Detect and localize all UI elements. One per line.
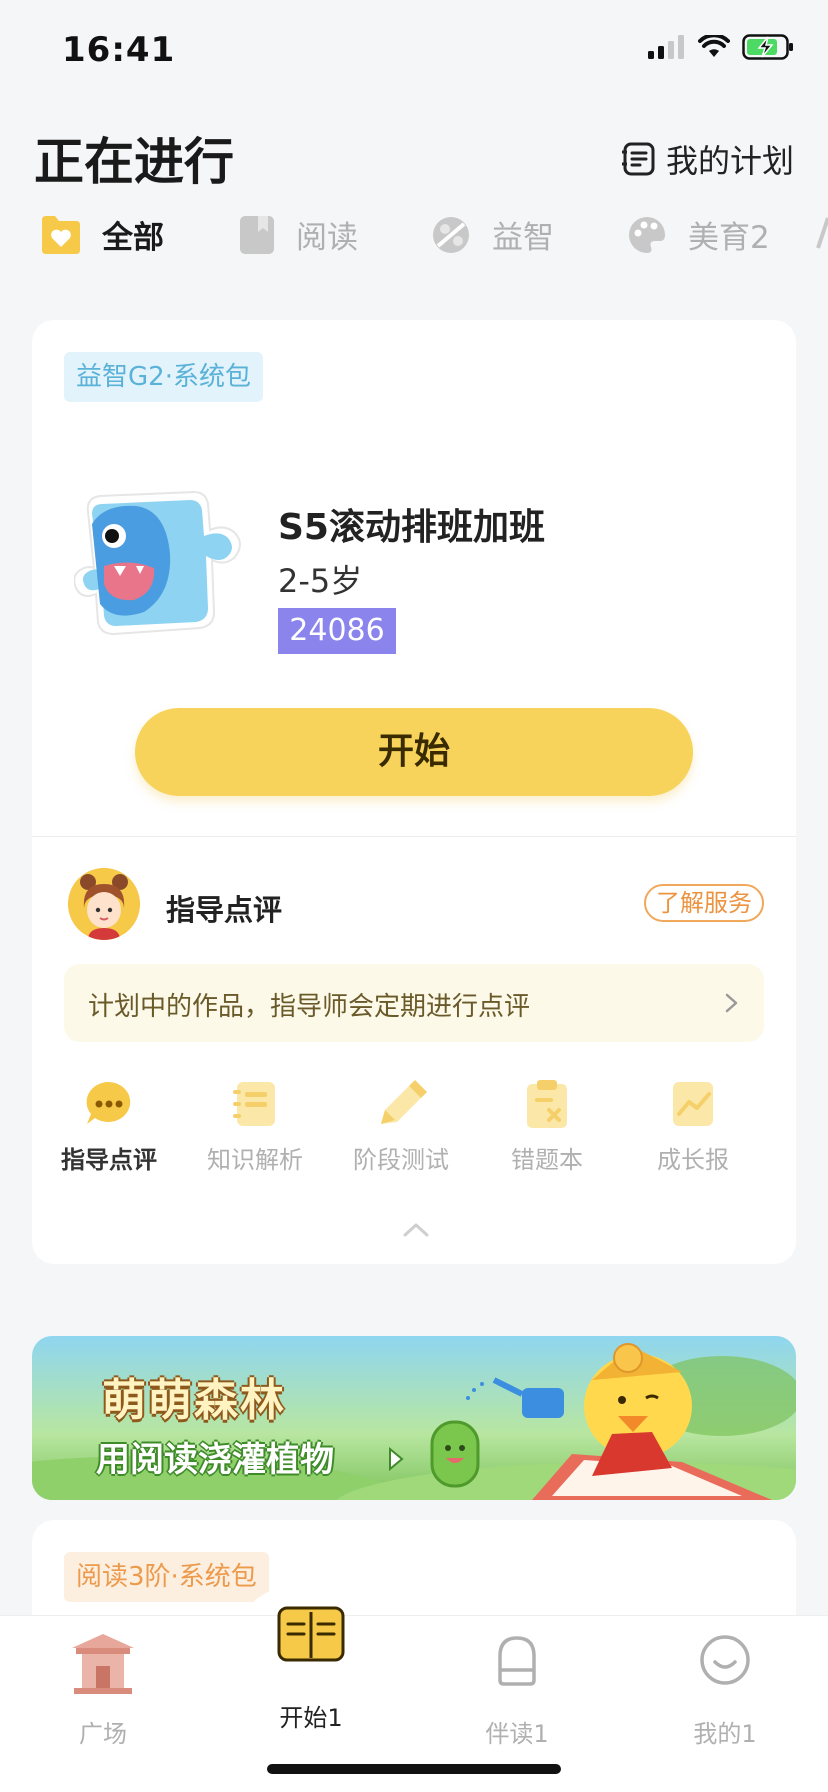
review-notice[interactable]: 计划中的作品，指导师会定期进行点评 xyxy=(64,964,764,1042)
tab-reading-label: 阅读 xyxy=(296,220,358,256)
tab-more-partial[interactable] xyxy=(816,212,828,254)
course-card: 益智G2·系统包 S5滚动排班加班 2-5岁 24086 开始 指导点评 了解服… xyxy=(32,320,796,1264)
status-icons xyxy=(648,34,794,60)
pavilion-icon xyxy=(72,1634,134,1694)
smile-face-icon xyxy=(700,1635,750,1685)
banner-subtitle: 用阅读浇灌植物 xyxy=(96,1440,334,1480)
nav-square-label: 广场 xyxy=(79,1720,127,1748)
package-tag-2: 阅读3阶·系统包 xyxy=(64,1552,269,1602)
tool-stage-test[interactable]: 阶段测试 xyxy=(336,1078,466,1175)
package-tag: 益智G2·系统包 xyxy=(64,352,263,402)
home-indicator xyxy=(267,1764,561,1774)
course-age: 2-5岁 xyxy=(278,562,363,600)
review-notice-text: 计划中的作品，指导师会定期进行点评 xyxy=(88,992,531,1022)
nav-mine-label: 我的1 xyxy=(693,1720,757,1748)
signal-icon xyxy=(648,35,684,59)
nav-start[interactable]: 开始1 xyxy=(236,1602,386,1732)
status-time: 16:41 xyxy=(62,30,176,70)
chat-bubble-icon xyxy=(86,1081,131,1124)
tool-guide-review-label: 指导点评 xyxy=(61,1146,157,1174)
tool-knowledge-label: 知识解析 xyxy=(207,1146,303,1174)
forest-banner[interactable]: 萌萌森林 用阅读浇灌植物 xyxy=(32,1336,796,1500)
tool-mistakes[interactable]: 错题本 xyxy=(482,1078,612,1175)
tool-knowledge[interactable]: 知识解析 xyxy=(190,1078,320,1175)
tab-art-label: 美育2 xyxy=(688,220,770,256)
clipboard-x-icon xyxy=(527,1080,567,1128)
tool-mistakes-label: 错题本 xyxy=(511,1146,583,1174)
teacher-avatar xyxy=(68,868,140,940)
start-button[interactable]: 开始 xyxy=(135,708,693,796)
tab-art[interactable]: 美育2 xyxy=(626,212,770,257)
book-icon xyxy=(240,215,274,254)
course-title: S5滚动排班加班 xyxy=(278,507,545,548)
tool-stage-test-label: 阶段测试 xyxy=(353,1146,449,1174)
guide-title: 指导点评 xyxy=(166,893,283,927)
banner-arrow-icon xyxy=(389,1446,404,1472)
divider xyxy=(32,836,796,837)
tool-growth-report[interactable]: 成长报 xyxy=(628,1078,758,1175)
backpack-icon xyxy=(498,1636,536,1686)
tool-growth-report-label: 成长报 xyxy=(657,1146,729,1174)
notebook-icon xyxy=(233,1082,275,1126)
tab-all[interactable]: 全部 xyxy=(38,212,164,257)
puzzle-ball-icon xyxy=(433,216,469,253)
banner-title: 萌萌森林 xyxy=(102,1375,286,1426)
wifi-icon xyxy=(698,35,730,57)
tab-puzzle-label: 益智 xyxy=(492,220,554,256)
plan-list-icon xyxy=(621,142,655,176)
collapse-chevron-icon[interactable] xyxy=(402,1220,430,1240)
tab-puzzle[interactable]: 益智 xyxy=(430,212,554,257)
my-plan-button[interactable]: 我的计划 xyxy=(621,136,794,182)
tab-all-label: 全部 xyxy=(102,220,164,256)
more-tab-icon xyxy=(816,217,828,249)
puzzle-monster-illustration xyxy=(74,490,241,636)
chevron-right-icon xyxy=(725,993,738,1013)
page-title: 正在进行 xyxy=(34,133,234,191)
battery-charging-icon xyxy=(742,34,793,60)
heart-folder-icon xyxy=(42,215,80,254)
tool-row: 指导点评 知识解析 阶段测试 错题本 成长报 xyxy=(32,1078,796,1188)
category-tabs: 全部 阅读 益智 美育2 xyxy=(0,212,828,272)
open-book-icon xyxy=(277,1606,345,1662)
tool-guide-review[interactable]: 指导点评 xyxy=(44,1078,174,1175)
nav-companion[interactable]: 伴读1 xyxy=(442,1632,592,1748)
nav-mine[interactable]: 我的1 xyxy=(650,1632,800,1748)
tab-reading[interactable]: 阅读 xyxy=(238,212,358,257)
growth-chart-icon xyxy=(673,1082,713,1126)
palette-icon xyxy=(629,216,665,253)
pencil-icon xyxy=(381,1080,427,1124)
nav-start-label: 开始1 xyxy=(279,1704,343,1732)
course-id-badge: 24086 xyxy=(278,608,396,654)
learn-service-button[interactable]: 了解服务 xyxy=(644,884,764,922)
nav-square[interactable]: 广场 xyxy=(28,1632,178,1748)
my-plan-label: 我的计划 xyxy=(665,142,794,180)
nav-companion-label: 伴读1 xyxy=(485,1720,549,1748)
